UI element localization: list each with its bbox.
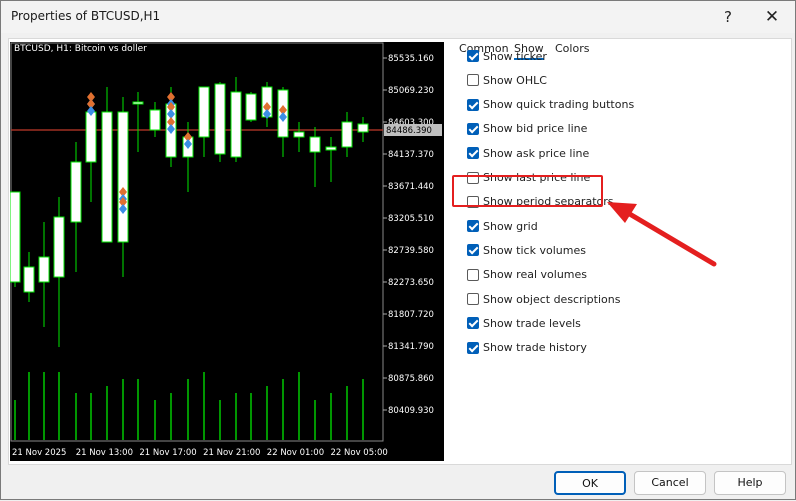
- candle-body: [132, 101, 144, 105]
- candle-body: [117, 111, 129, 243]
- option-show-trade-history[interactable]: Show trade history: [467, 339, 587, 357]
- option-show-grid[interactable]: Show grid: [467, 217, 538, 235]
- option-show-trade-levels[interactable]: Show trade levels: [467, 314, 581, 332]
- time-axis-label: 21 Nov 17:00: [139, 448, 196, 458]
- price-axis-label: 83671.440: [388, 182, 434, 192]
- current-price-label: 84486.390: [386, 126, 432, 136]
- help-button[interactable]: Help: [714, 471, 786, 495]
- help-icon[interactable]: ?: [711, 5, 745, 29]
- candle-body: [38, 256, 50, 283]
- candle-body: [245, 93, 257, 121]
- candle-body: [309, 136, 321, 153]
- price-axis-label: 82739.580: [388, 246, 434, 256]
- option-show-quick-trading-buttons[interactable]: Show quick trading buttons: [467, 96, 634, 114]
- checkbox[interactable]: [467, 74, 479, 87]
- checkbox[interactable]: [467, 220, 479, 233]
- checkbox[interactable]: [467, 122, 479, 135]
- properties-dialog: Properties of BTCUSD,H1 ? ✕ 85535.160 850…: [0, 0, 796, 500]
- candle-body: [230, 91, 242, 158]
- tab-colors[interactable]: Colors: [555, 42, 589, 55]
- price-axis-label: 82273.650: [388, 278, 434, 288]
- option-show-object-descriptions[interactable]: Show object descriptions: [467, 290, 620, 308]
- price-axis-label: 84137.370: [388, 150, 434, 160]
- cancel-button[interactable]: Cancel: [634, 471, 706, 495]
- option-label: Show trade levels: [483, 316, 581, 330]
- option-show-bid-price-line[interactable]: Show bid price line: [467, 120, 587, 138]
- candle-body: [325, 146, 337, 151]
- option-show-ohlc[interactable]: Show OHLC: [467, 71, 547, 89]
- price-axis-label: 85069.230: [388, 86, 434, 96]
- candle-body: [341, 121, 353, 148]
- checkbox[interactable]: [467, 147, 479, 160]
- time-axis-label: 21 Nov 13:00: [76, 448, 133, 458]
- price-axis-label: 85535.160: [388, 54, 434, 64]
- candle-body: [23, 266, 35, 293]
- window-title: Properties of BTCUSD,H1: [11, 9, 161, 23]
- ok-button[interactable]: OK: [554, 471, 626, 495]
- price-axis-label: 83205.510: [388, 214, 434, 224]
- chart-preview: 85535.160 85069.230 84603.300 84137.370 8367…: [9, 42, 444, 461]
- annotation-highlight-box: [452, 175, 603, 207]
- option-label: Show real volumes: [483, 268, 588, 282]
- price-axis-label: 80875.860: [388, 374, 434, 384]
- candle-body: [101, 111, 113, 243]
- option-label: Show OHLC: [483, 73, 547, 87]
- option-label: Show quick trading buttons: [483, 98, 635, 112]
- checkbox[interactable]: [467, 293, 479, 305]
- candle-body: [293, 131, 305, 138]
- option-label: Show grid: [483, 219, 538, 233]
- chart-svg: 85535.16085069.23084603.30084137.3708367…: [9, 42, 442, 458]
- option-show-real-volumes[interactable]: Show real volumes: [467, 266, 587, 284]
- option-show-ticker[interactable]: Show ticker: [467, 47, 547, 65]
- checkbox[interactable]: [467, 50, 479, 62]
- candle-body: [53, 216, 65, 278]
- option-label: Show ticker: [483, 49, 547, 63]
- option-show-tick-volumes[interactable]: Show tick volumes: [467, 241, 586, 259]
- time-axis-label: 21 Nov 2025: [12, 448, 66, 458]
- time-axis-label: 21 Nov 21:00: [203, 448, 260, 458]
- title-bar: Properties of BTCUSD,H1 ? ✕: [1, 1, 795, 33]
- option-label: Show object descriptions: [483, 292, 621, 306]
- candle-body: [214, 83, 226, 155]
- checkbox[interactable]: [467, 244, 479, 257]
- candle-body: [9, 191, 21, 283]
- option-label: Show tick volumes: [483, 243, 586, 257]
- candle-body: [85, 111, 97, 163]
- candle-body: [149, 109, 161, 131]
- price-axis-label: 81807.720: [388, 310, 434, 320]
- option-label: Show ask price line: [483, 146, 590, 160]
- candle-body: [198, 86, 210, 138]
- time-axis-label: 22 Nov 05:00: [331, 448, 388, 458]
- candle-body: [357, 123, 369, 133]
- time-axis-label: 22 Nov 01:00: [267, 448, 324, 458]
- plot-frame: [10, 42, 384, 442]
- close-icon[interactable]: ✕: [755, 5, 789, 29]
- option-label: Show trade history: [483, 341, 587, 355]
- dialog-content: 85535.160 85069.230 84603.300 84137.370 8367…: [8, 38, 792, 465]
- option-show-ask-price-line[interactable]: Show ask price line: [467, 144, 589, 162]
- option-label: Show bid price line: [483, 122, 588, 136]
- checkbox[interactable]: [467, 98, 479, 111]
- candle-body: [70, 161, 82, 223]
- checkbox[interactable]: [467, 317, 479, 330]
- price-axis-label: 80409.930: [388, 406, 434, 416]
- chart-symbol-label: BTCUSD, H1: Bitcoin vs doller: [14, 44, 147, 54]
- price-axis-label: 81341.790: [388, 342, 434, 352]
- checkbox[interactable]: [467, 341, 479, 354]
- checkbox[interactable]: [467, 268, 479, 281]
